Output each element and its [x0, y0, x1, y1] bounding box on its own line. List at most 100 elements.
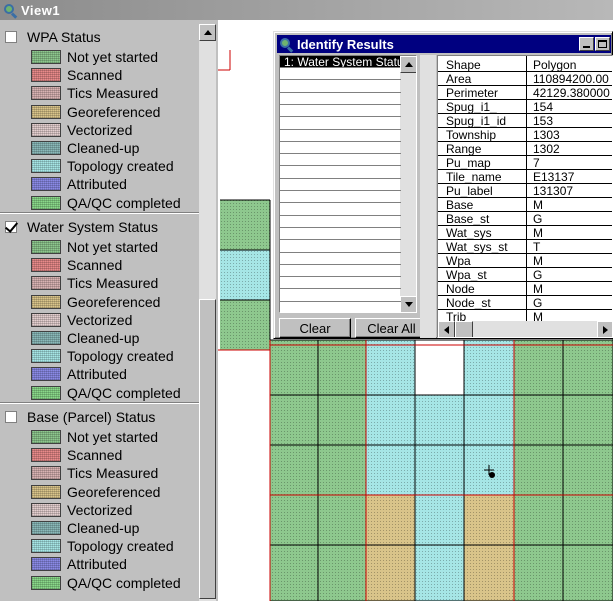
feature-list-row[interactable]	[280, 154, 401, 167]
magnifier-globe-icon	[4, 3, 18, 19]
list-scroll-down-button[interactable]	[400, 296, 416, 312]
legend-theme[interactable]: Water System Status Not yet started Scanne…	[0, 214, 199, 404]
map-polygon[interactable]	[415, 445, 464, 495]
list-scroll-up-button[interactable]	[400, 56, 416, 73]
map-polygon[interactable]	[514, 495, 563, 545]
identify-titlebar[interactable]: Identify Results	[277, 35, 611, 53]
map-polygon[interactable]	[366, 545, 415, 601]
feature-list-row[interactable]	[280, 142, 401, 155]
map-polygon[interactable]	[563, 545, 613, 601]
map-polygon[interactable]	[270, 340, 318, 395]
map-polygon[interactable]	[464, 545, 514, 601]
theme-visibility-checkbox[interactable]	[5, 411, 17, 423]
feature-list-row[interactable]	[280, 105, 401, 118]
legend-item: Cleaned-up	[31, 519, 139, 537]
theme-header[interactable]: Water System Status	[5, 218, 158, 236]
feature-list-row[interactable]	[280, 228, 401, 241]
map-polygon[interactable]	[563, 445, 613, 495]
feature-list-row[interactable]	[280, 204, 401, 216]
feature-list-row[interactable]	[280, 93, 401, 105]
map-polygon[interactable]	[366, 495, 415, 545]
maximize-button[interactable]	[595, 37, 610, 51]
feature-list[interactable]: 1: Water System Status	[279, 55, 417, 313]
feature-list-row[interactable]	[280, 68, 401, 81]
scroll-up-button[interactable]	[199, 24, 216, 41]
theme-header[interactable]: WPA Status	[5, 28, 101, 46]
feature-list-row[interactable]	[280, 290, 401, 302]
legend-item-label: Not yet started	[67, 49, 159, 65]
legend-swatch	[31, 502, 61, 517]
map-polygon[interactable]	[318, 340, 366, 395]
map-polygon[interactable]	[415, 340, 464, 395]
attribute-value: E13137	[533, 170, 575, 184]
theme-header[interactable]: Base (Parcel) Status	[5, 408, 155, 426]
feature-list-row[interactable]	[280, 277, 401, 290]
map-polygon[interactable]	[514, 445, 563, 495]
legend-item: Attributed	[31, 555, 127, 573]
hscroll-thumb[interactable]	[455, 321, 473, 337]
feature-list-row[interactable]	[280, 118, 401, 130]
map-polygon[interactable]	[318, 445, 366, 495]
map-polygon[interactable]	[366, 395, 415, 445]
map-polygon[interactable]	[464, 340, 514, 395]
map-polygon[interactable]	[514, 545, 563, 601]
map-polygon[interactable]	[563, 395, 613, 445]
scroll-right-button[interactable]	[597, 321, 612, 337]
attribute-table[interactable]: Trib M Node_st G Node M Wpa_st G Wpa M Wat_sys_st T…	[437, 55, 613, 338]
feature-list-row[interactable]	[280, 302, 401, 312]
attribute-name: Pu_map	[446, 156, 491, 170]
clear-button[interactable]: Clear	[279, 318, 351, 338]
legend-swatch	[31, 141, 61, 155]
map-polygon[interactable]	[318, 545, 366, 601]
attribute-hscrollbar[interactable]	[438, 321, 612, 337]
feature-list-row[interactable]	[280, 241, 401, 253]
feature-list-item[interactable]: 1: Water System Status	[280, 56, 401, 68]
feature-list-row[interactable]	[280, 265, 401, 278]
view-titlebar[interactable]: View1	[0, 0, 613, 20]
map-polygon[interactable]	[220, 300, 270, 350]
map-polygon[interactable]	[270, 445, 318, 495]
theme-visibility-checkbox[interactable]	[5, 31, 17, 43]
map-polygon[interactable]	[415, 395, 464, 445]
map-polygon[interactable]	[464, 395, 514, 445]
map-polygon[interactable]	[514, 340, 563, 395]
map-polygon[interactable]	[318, 395, 366, 445]
map-polygon[interactable]	[318, 495, 366, 545]
map-polygon[interactable]	[270, 395, 318, 445]
arrow-left-icon	[444, 325, 449, 334]
map-polygon[interactable]	[220, 250, 270, 300]
scroll-thumb[interactable]	[199, 299, 216, 599]
map-polygon[interactable]	[464, 495, 514, 545]
feature-list-row[interactable]	[280, 253, 401, 265]
legend-swatch	[31, 430, 61, 444]
minimize-button[interactable]	[579, 37, 594, 51]
feature-list-row[interactable]	[280, 130, 401, 142]
legend-theme[interactable]: WPA Status Not yet started Scanned Tics Mea…	[0, 24, 199, 214]
feature-list-row[interactable]	[280, 191, 401, 204]
map-polygon[interactable]	[366, 445, 415, 495]
attribute-name: Node_st	[446, 296, 491, 310]
map-polygon[interactable]	[514, 395, 563, 445]
map-polygon[interactable]	[563, 340, 613, 395]
legend-theme[interactable]: Base (Parcel) Status Not yet started Scann…	[0, 404, 199, 594]
theme-visibility-checkbox[interactable]	[5, 221, 17, 233]
attribute-value: 153	[533, 114, 554, 128]
map-polygon[interactable]	[415, 495, 464, 545]
map-polygon[interactable]	[563, 495, 613, 545]
feature-list-row[interactable]	[280, 81, 401, 93]
map-polygon[interactable]	[270, 545, 318, 601]
feature-list-row[interactable]	[280, 167, 401, 179]
map-polygon[interactable]	[270, 495, 318, 545]
map-polygon[interactable]	[220, 200, 270, 250]
clear-all-button[interactable]: Clear All	[355, 318, 428, 338]
attribute-name: Area	[446, 72, 472, 86]
attribute-value: 154	[533, 100, 554, 114]
scroll-left-button[interactable]	[438, 321, 455, 337]
legend-item: Scanned	[31, 256, 122, 274]
feature-list-row[interactable]	[280, 216, 401, 228]
map-polygon[interactable]	[415, 545, 464, 601]
map-polygon[interactable]	[366, 340, 415, 395]
list-scrollbar-track[interactable]	[400, 73, 416, 297]
feature-list-row[interactable]	[280, 179, 401, 191]
legend-scrollbar[interactable]	[199, 24, 216, 601]
